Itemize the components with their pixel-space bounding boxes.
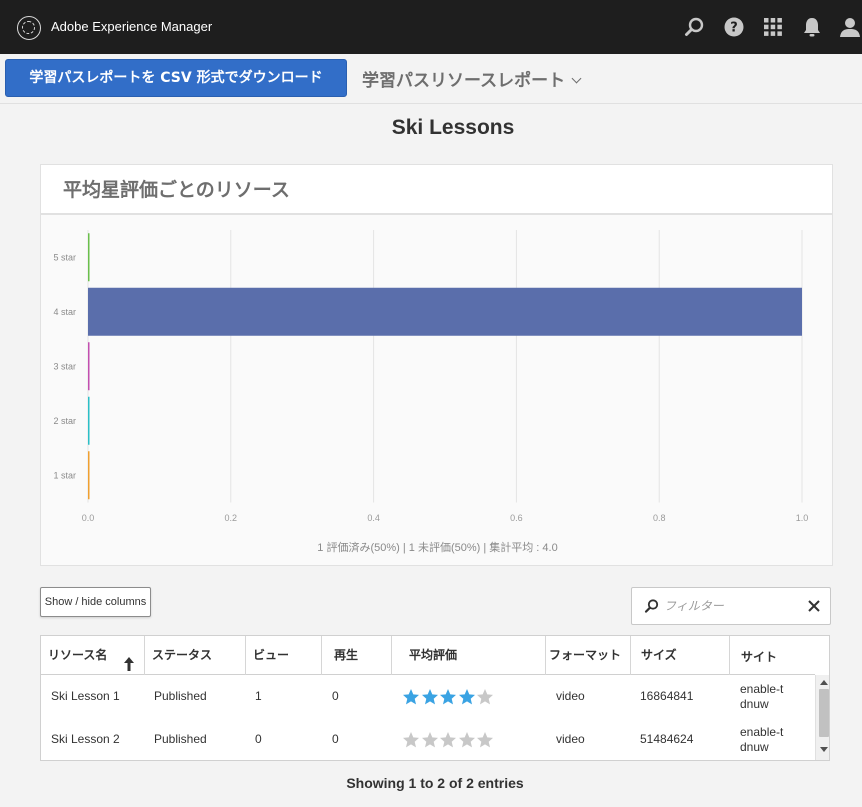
cell-resource-name: Ski Lesson 2 [51, 732, 120, 746]
cell-format: video [556, 689, 585, 703]
action-toolbar: 学習パスレポートを CSV 形式でダウンロード 学習パスリソースレポート [0, 54, 862, 104]
cell-resource-name: Ski Lesson 1 [51, 689, 120, 703]
cell-views: 1 [255, 689, 262, 703]
page-title: Ski Lessons [391, 116, 515, 139]
scroll-down-arrow-icon[interactable] [820, 747, 828, 752]
star-empty-icon [402, 731, 420, 749]
column-header-site[interactable]: サイト [730, 636, 815, 675]
bar-5-star [88, 233, 90, 282]
y-category-label: 5 star [53, 252, 76, 262]
cell-status: Published [154, 732, 207, 746]
cell-size: 16864841 [640, 689, 694, 703]
top-bar: Adobe Experience Manager ? [0, 0, 862, 54]
column-header-views[interactable]: ビュー [246, 636, 322, 675]
app-title: Adobe Experience Manager [51, 19, 213, 34]
bar-1-star [88, 451, 90, 500]
scroll-up-arrow-icon[interactable] [820, 680, 828, 685]
rating-stars [402, 688, 495, 706]
table-scrollbar[interactable] [815, 675, 829, 760]
column-header-plays[interactable]: 再生 [322, 636, 392, 675]
filter-box [631, 587, 831, 625]
star-empty-icon [421, 731, 439, 749]
report-type-selector[interactable]: 学習パスリソースレポート [362, 66, 582, 91]
help-icon[interactable]: ? [723, 16, 745, 38]
table-row[interactable]: Ski Lesson 2 Published 0 0 video 5148462… [41, 718, 815, 760]
star-empty-icon [476, 688, 494, 706]
rating-bar-chart: 0.0 0.2 0.4 0.6 0.8 1.0 5 star 4 star 3 star 2 st… [53, 230, 809, 523]
chart-summary: 1 評価済み(50%) | 1 未評価(50%) | 集計平均 : 4.0 [317, 542, 558, 554]
x-tick-label: 0.0 [82, 513, 95, 523]
star-filled-icon [402, 688, 420, 706]
star-empty-icon [439, 731, 457, 749]
bar-2-star [88, 396, 90, 445]
clear-filter-icon[interactable] [806, 598, 822, 614]
x-tick-label: 0.6 [510, 513, 523, 523]
cell-status: Published [154, 689, 207, 703]
bar-4-star [88, 287, 802, 336]
star-empty-icon [476, 731, 494, 749]
rating-stars [402, 731, 495, 749]
star-filled-icon [458, 688, 476, 706]
resource-table: リソース名 ステータス ビュー 再生 平均評価 フォーマット サイズ サイト S… [40, 635, 830, 761]
star-empty-icon [458, 731, 476, 749]
x-tick-label: 0.8 [653, 513, 666, 523]
column-header-resource-name[interactable]: リソース名 [41, 636, 145, 675]
cell-plays: 0 [332, 732, 339, 746]
search-icon [644, 598, 660, 614]
y-category-label: 3 star [53, 361, 76, 371]
bar-3-star [88, 342, 90, 391]
report-type-label: 学習パスリソースレポート [362, 71, 566, 91]
chevron-down-icon [571, 73, 582, 84]
scrollbar-thumb[interactable] [819, 689, 829, 737]
star-filled-icon [421, 688, 439, 706]
x-tick-label: 1.0 [796, 513, 809, 523]
table-header: リソース名 ステータス ビュー 再生 平均評価 フォーマット サイズ サイト [41, 636, 815, 675]
filter-input[interactable] [664, 594, 804, 618]
show-hide-columns-button[interactable]: Show / hide columns [40, 587, 151, 617]
download-csv-button[interactable]: 学習パスレポートを CSV 形式でダウンロード [5, 59, 347, 97]
column-header-status[interactable]: ステータス [145, 636, 246, 675]
user-icon[interactable] [839, 16, 861, 38]
sort-ascending-icon [124, 648, 134, 671]
chart-card-header: 平均星評価ごとのリソース [41, 165, 832, 215]
entries-count: Showing 1 to 2 of 2 entries [346, 775, 524, 791]
y-category-label: 2 star [53, 416, 76, 426]
x-tick-label: 0.4 [367, 513, 380, 523]
cell-site: enable-tdnuw [740, 681, 784, 711]
chart-title: 平均星評価ごとのリソース [63, 179, 290, 201]
bell-icon[interactable] [801, 16, 823, 38]
apps-grid-icon[interactable] [762, 16, 784, 38]
cell-format: video [556, 732, 585, 746]
cell-views: 0 [255, 732, 262, 746]
aem-logo-icon[interactable] [17, 16, 41, 40]
cell-size: 51484624 [640, 732, 694, 746]
svg-text:?: ? [730, 21, 738, 36]
y-category-label: 4 star [53, 307, 76, 317]
cell-average-rating [392, 675, 546, 718]
x-tick-label: 0.2 [225, 513, 238, 523]
y-category-label: 1 star [53, 470, 76, 480]
cell-plays: 0 [332, 689, 339, 703]
search-icon[interactable] [684, 16, 706, 38]
star-filled-icon [439, 688, 457, 706]
cell-site: enable-tdnuw [740, 724, 784, 754]
column-header-size[interactable]: サイズ [631, 636, 730, 675]
rating-chart-card: 平均星評価ごとのリソース 0.0 0.2 0.4 0.6 0.8 1.0 5 star 4 s… [40, 164, 833, 566]
column-header-average-rating[interactable]: 平均評価 [392, 636, 546, 675]
column-header-format[interactable]: フォーマット [546, 636, 631, 675]
table-row[interactable]: Ski Lesson 1 Published 1 0 video 1686484… [41, 675, 815, 718]
cell-average-rating [392, 718, 546, 760]
